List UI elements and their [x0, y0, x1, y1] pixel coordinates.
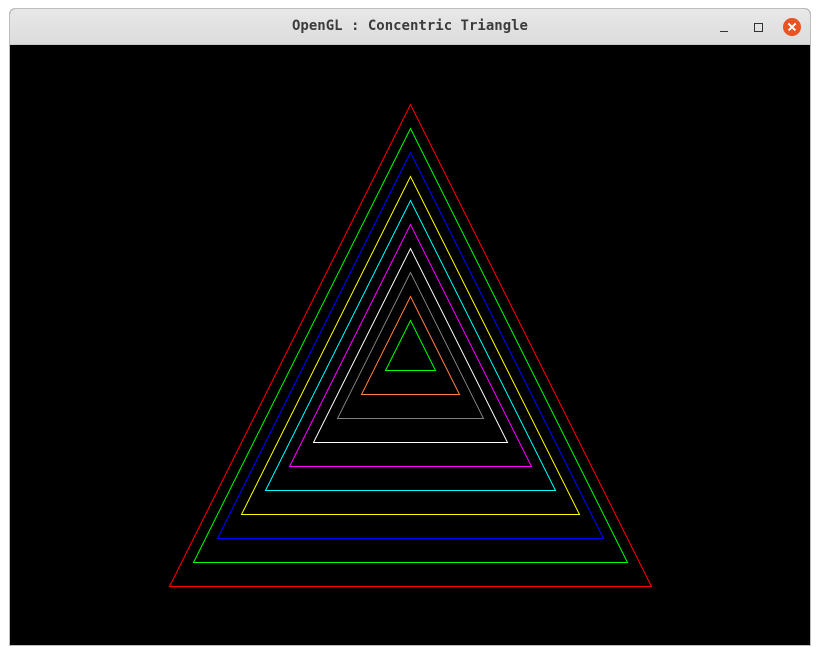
concentric-triangle-9 — [360, 295, 461, 395]
opengl-canvas — [10, 45, 810, 645]
minimize-button[interactable] — [713, 16, 735, 38]
concentric-triangle-8 — [336, 271, 485, 419]
maximize-button[interactable] — [747, 16, 769, 38]
app-window: OpenGL : Concentric Triangle — [9, 8, 811, 646]
concentric-triangle-2 — [192, 127, 629, 563]
concentric-triangle-10 — [384, 319, 437, 371]
concentric-triangle-4 — [240, 175, 581, 515]
triangle-scene — [168, 103, 653, 587]
minimize-icon — [720, 30, 728, 32]
close-icon — [783, 18, 801, 36]
title-bar[interactable]: OpenGL : Concentric Triangle — [10, 9, 810, 45]
concentric-triangle-7 — [312, 247, 509, 443]
window-title: OpenGL : Concentric Triangle — [291, 18, 528, 34]
concentric-triangle-5 — [264, 199, 557, 491]
maximize-icon — [753, 22, 763, 32]
close-button[interactable] — [781, 16, 803, 38]
concentric-triangle-3 — [216, 151, 605, 539]
